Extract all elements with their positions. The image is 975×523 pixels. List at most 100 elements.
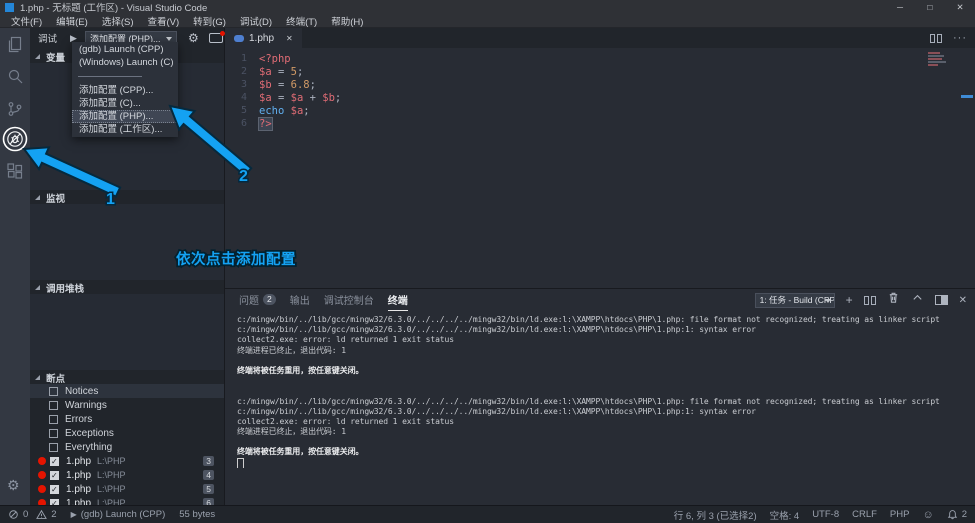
warning-triangle-icon xyxy=(36,509,47,520)
watch-panel xyxy=(30,204,224,280)
menu-item[interactable]: 转到(G) xyxy=(186,14,233,28)
code-line[interactable]: 1 <?php xyxy=(225,52,975,65)
terminal-line: 终端将被任务重用，按任意键关闭。 xyxy=(237,366,971,376)
problems-count-badge: 2 xyxy=(263,294,276,305)
encoding-status[interactable]: UTF-8 xyxy=(812,509,839,520)
maximize-panel-icon[interactable] xyxy=(911,291,924,309)
eol-status[interactable]: CRLF xyxy=(852,509,877,520)
call-stack-panel xyxy=(30,294,224,370)
menu-item[interactable]: 终端(T) xyxy=(279,14,324,28)
panel-tab[interactable]: 调试控制台 xyxy=(324,289,374,311)
terminal-task-select[interactable]: 1: 任务 - Build (CPP) xyxy=(755,293,835,308)
language-mode-status[interactable]: PHP xyxy=(890,509,910,520)
terminal-line xyxy=(237,437,971,447)
menu-item[interactable]: 查看(V) xyxy=(140,14,186,28)
minimize-button[interactable]: ─ xyxy=(885,2,915,12)
breakpoint-row[interactable]: 1.php L:\PHP 4 xyxy=(30,468,224,482)
checkbox-unchecked[interactable] xyxy=(49,401,58,410)
config-menu-item[interactable]: 添加配置 (PHP)... xyxy=(72,110,178,123)
config-menu-item[interactable]: 添加配置 (CPP)... xyxy=(72,84,178,97)
close-panel-icon[interactable]: ✕ xyxy=(959,295,967,306)
breakpoint-row[interactable]: 1.php L:\PHP 5 xyxy=(30,482,224,496)
code-line[interactable]: 2 $a = 5; xyxy=(225,65,975,78)
config-menu-item[interactable]: 添加配置 (工作区)... xyxy=(72,123,178,136)
checkbox-checked[interactable] xyxy=(50,485,59,494)
chevron-down-icon xyxy=(825,299,831,303)
terminal-line xyxy=(237,458,971,468)
code-line[interactable]: 4 $a = $a + $b; xyxy=(225,91,975,104)
code-line[interactable]: 6 ?> xyxy=(225,117,975,130)
config-menu-item[interactable]: (Windows) Launch (C) xyxy=(72,56,178,69)
indentation-status[interactable]: 空格: 4 xyxy=(770,508,800,522)
config-menu-item[interactable]: 添加配置 (C)... xyxy=(72,97,178,110)
manage-gear-icon[interactable]: ⚙ xyxy=(7,478,20,492)
toggle-panel-layout-icon[interactable] xyxy=(935,295,948,305)
tab-1php[interactable]: 1.php ✕ xyxy=(225,28,302,48)
source-control-icon[interactable] xyxy=(6,100,24,118)
checkbox-unchecked[interactable] xyxy=(49,443,58,452)
config-dropdown-menu: (gdb) Launch (CPP)(Windows) Launch (C) 添加… xyxy=(72,42,178,137)
split-terminal-icon[interactable] xyxy=(864,296,876,305)
breakpoint-filter-row[interactable]: Exceptions xyxy=(30,426,224,440)
section-header-call-stack[interactable]: 调用堆栈 xyxy=(30,281,224,294)
debug-launch-status[interactable]: ▶ (gdb) Launch (CPP) xyxy=(71,509,166,520)
breakpoint-filter-row[interactable]: Everything xyxy=(30,440,224,454)
search-icon[interactable] xyxy=(6,68,24,86)
code-editor[interactable]: 1 <?php 2 $a = 5; 3 $b = 6.8; 4 $a = $a … xyxy=(225,48,975,288)
checkbox-unchecked[interactable] xyxy=(49,415,58,424)
checkbox-checked[interactable] xyxy=(50,471,59,480)
menu-item[interactable]: 选择(S) xyxy=(95,14,141,28)
minimap[interactable] xyxy=(900,50,970,110)
problems-status[interactable]: 0 2 xyxy=(8,509,57,520)
checkbox-checked[interactable] xyxy=(50,457,59,466)
section-header-breakpoints[interactable]: 断点 xyxy=(30,371,224,384)
config-menu-item[interactable] xyxy=(72,69,178,84)
terminal-line: c:/mingw/bin/../lib/gcc/mingw32/6.3.0/..… xyxy=(237,397,971,407)
debug-console-icon[interactable] xyxy=(209,33,223,43)
configure-gear-icon[interactable]: ⚙ xyxy=(188,32,199,44)
menu-item[interactable]: 帮助(H) xyxy=(324,14,370,28)
extensions-icon[interactable] xyxy=(6,162,24,180)
vscode-window: 1.php - 无标题 (工作区) - Visual Studio Code ─… xyxy=(0,0,975,523)
checkbox-unchecked[interactable] xyxy=(49,387,58,396)
breakpoint-row[interactable]: 1.php L:\PHP 6 xyxy=(30,496,224,505)
kill-terminal-icon[interactable] xyxy=(887,291,900,309)
menu-item[interactable]: 调试(D) xyxy=(233,14,279,28)
editor-group: 1.php ✕ ··· 1 <?php 2 $a = 5; xyxy=(225,28,975,505)
debug-icon[interactable] xyxy=(6,130,24,148)
menu-item[interactable]: 文件(F) xyxy=(4,14,49,28)
menu-item[interactable]: 编辑(E) xyxy=(49,14,95,28)
code-line[interactable]: 3 $b = 6.8; xyxy=(225,78,975,91)
section-header-watch[interactable]: 监视 xyxy=(30,191,224,204)
line-number-badge: 6 xyxy=(203,498,214,505)
panel-tab[interactable]: 终端 xyxy=(388,289,408,311)
explorer-icon[interactable] xyxy=(6,36,24,54)
panel-tab[interactable]: 输出 xyxy=(290,289,310,311)
breakpoint-filter-row[interactable]: Notices xyxy=(30,384,224,398)
breakpoint-filter-row[interactable]: Warnings xyxy=(30,398,224,412)
line-number-badge: 3 xyxy=(203,456,214,466)
checkbox-unchecked[interactable] xyxy=(49,429,58,438)
tab-close-icon[interactable]: ✕ xyxy=(286,34,293,43)
overview-ruler-mark xyxy=(961,95,973,98)
split-editor-icon[interactable] xyxy=(930,34,942,43)
cursor-position-status[interactable]: 行 6, 列 3 (已选择2) xyxy=(674,508,757,522)
terminal-output[interactable]: c:/mingw/bin/../lib/gcc/mingw32/6.3.0/..… xyxy=(237,315,971,505)
title-bar: 1.php - 无标题 (工作区) - Visual Studio Code ─… xyxy=(0,0,975,14)
chevron-expanded-icon xyxy=(35,54,40,59)
feedback-smiley-icon[interactable]: ☺ xyxy=(922,509,933,521)
editor-tab-bar: 1.php ✕ ··· xyxy=(225,28,975,48)
new-terminal-icon[interactable]: + xyxy=(846,293,853,307)
close-button[interactable]: ✕ xyxy=(945,2,975,13)
more-actions-icon[interactable]: ··· xyxy=(953,32,967,44)
terminal-line: c:/mingw/bin/../lib/gcc/mingw32/6.3.0/..… xyxy=(237,315,971,325)
breakpoint-row[interactable]: 1.php L:\PHP 3 xyxy=(30,454,224,468)
terminal-line: c:/mingw/bin/../lib/gcc/mingw32/6.3.0/..… xyxy=(237,325,971,335)
panel-tab[interactable]: 问题 2 xyxy=(239,289,276,311)
config-menu-item[interactable]: (gdb) Launch (CPP) xyxy=(72,43,178,56)
notifications-bell[interactable]: 2 xyxy=(947,509,967,520)
restore-button[interactable]: □ xyxy=(915,2,945,12)
breakpoint-filter-row[interactable]: Errors xyxy=(30,412,224,426)
line-number: 3 xyxy=(225,79,259,90)
code-line[interactable]: 5 echo $a; xyxy=(225,104,975,117)
